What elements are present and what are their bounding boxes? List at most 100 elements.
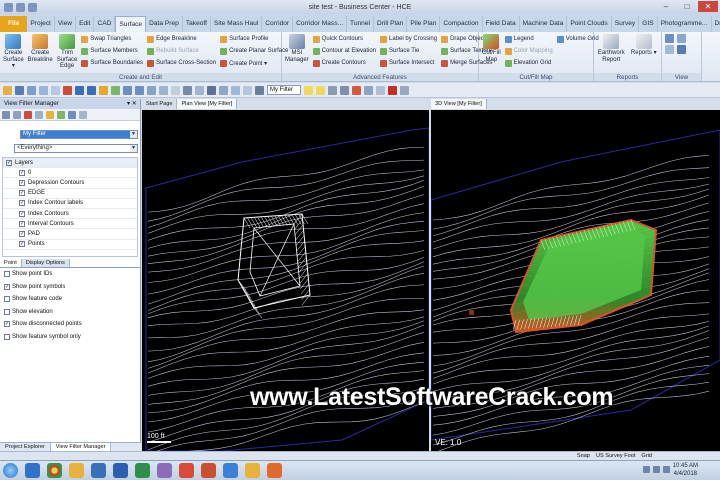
tab-project[interactable]: Project [27,16,55,32]
network-icon[interactable] [643,466,650,473]
tab-site-mass-haul[interactable]: Site Mass Haul [211,16,263,32]
tab-photogramme[interactable]: Photogramme... [658,16,712,32]
view-layout-icon[interactable] [665,45,674,54]
layer-checkbox[interactable]: ✓ [19,230,25,237]
window-icon[interactable] [255,85,264,95]
layer-row[interactable]: ✓ Depression Contours [3,178,137,189]
tab-corridor-mass[interactable]: Corridor Mass... [293,16,348,32]
tab-3d-view[interactable]: 3D View [My Filter] [431,99,487,109]
tab-data-prep[interactable]: Data Prep [146,16,183,32]
print-icon[interactable] [27,85,36,95]
tab-point-clouds[interactable]: Point Clouds [567,16,612,32]
option-checkbox[interactable]: ✓ [4,321,10,327]
orbit-icon[interactable] [159,85,168,95]
business-center-icon[interactable] [223,463,238,478]
panel-close-button[interactable]: ▾ ✕ [127,99,140,109]
tab-survey[interactable]: Survey [612,16,640,32]
option-checkbox[interactable] [4,333,10,340]
layer-checkbox[interactable]: ✓ [19,241,25,248]
surface-tie-button[interactable]: Surface Tie [380,46,437,56]
edge-breakline-button[interactable]: Edge Breakline [147,34,216,44]
msi-manager-button[interactable]: MSI Manager [285,34,309,72]
tab-plan-view[interactable]: Plan View [My Filter] [177,99,238,109]
minimize-button[interactable]: – [656,1,676,12]
tab-surface[interactable]: Surface [115,16,147,32]
tab-drill-plan[interactable]: Drill Plan [374,16,408,32]
properties-icon[interactable] [219,85,228,95]
layer-row[interactable]: ✓ Interval Contours [3,219,137,230]
more-icon[interactable] [400,85,409,95]
volume-icon[interactable] [653,466,660,473]
layer-checkbox[interactable]: ✓ [19,220,25,227]
elevation-grid-button[interactable]: Elevation Grid [504,58,553,68]
option-checkbox[interactable]: ✓ [4,283,10,290]
option-checkbox[interactable] [4,271,10,277]
pan-icon[interactable] [147,85,156,95]
start-icon[interactable] [3,463,18,478]
media-icon[interactable] [91,463,106,478]
measure-icon[interactable] [195,85,204,95]
status-snap[interactable]: Snap [577,452,590,460]
layer-row[interactable]: ✓ PAD [3,229,137,240]
create-contours-button[interactable]: Create Contours [312,58,376,68]
delete-icon[interactable] [63,85,72,95]
layer-row[interactable]: ✓ Index Contours [3,209,137,220]
open-icon[interactable] [3,85,12,95]
zoom-extents-icon[interactable] [111,85,120,95]
star-icon[interactable] [46,110,54,119]
close-button[interactable]: ✕ [698,1,718,12]
rebuild-surface-button[interactable]: Rebuild Surface [147,46,216,56]
tab-cad[interactable]: CAD [94,16,116,32]
everything-select[interactable]: <Everything> ▼ [14,144,138,153]
hardhat-icon[interactable] [245,463,260,478]
excel-icon[interactable] [135,463,150,478]
tab-gis[interactable]: GIS [639,16,658,32]
tab-display-options[interactable]: Display Options [21,259,70,267]
tab-drafting[interactable]: Drafting [712,16,720,32]
option-row[interactable]: ✓ Show disconnected points [4,321,82,327]
layer-checkbox[interactable]: ✓ [19,210,25,217]
save-icon[interactable] [15,85,24,95]
polyline-icon[interactable] [340,85,349,95]
undo-icon[interactable] [28,2,37,12]
select-box-icon[interactable] [316,85,325,95]
option-row[interactable]: Show feature symbol only [4,333,81,340]
refresh-filter-icon[interactable] [35,110,43,119]
quick-contours-button[interactable]: Quick Contours [312,34,376,44]
refresh-icon[interactable] [231,85,240,95]
tab-compaction[interactable]: Compaction [440,16,483,32]
layers-checkbox[interactable]: ✓ [6,159,12,166]
option-row[interactable]: Show elevation [4,308,53,315]
filter-select[interactable]: My Filter ▼ [20,130,138,139]
create-surface-button[interactable]: Create Surface ▾ [3,34,24,72]
flag-icon[interactable] [663,466,670,473]
option-row[interactable]: Show point IDs [4,271,52,277]
snap-icon[interactable] [243,85,252,95]
cut-icon[interactable] [39,85,48,95]
volume-grid-button[interactable]: Volume Grid [556,34,599,44]
create-point-button[interactable]: Create Point ▾ [220,58,288,68]
arc-icon[interactable] [352,85,361,95]
layer-row[interactable]: ✓ Points [3,240,137,250]
ie-icon[interactable] [25,463,40,478]
settings-app-icon[interactable] [267,463,282,478]
trim-surface-edge-button[interactable]: Trim Surface Edge [57,34,77,72]
color-mapping-button[interactable]: Color Mapping [504,46,553,56]
tab-view[interactable]: View [55,16,77,32]
settings-icon[interactable] [99,85,108,95]
app-logo-icon[interactable] [4,2,13,12]
powerpoint-icon[interactable] [201,463,216,478]
app-icon[interactable] [157,463,172,478]
layer-checkbox[interactable]: ✓ [19,179,25,186]
cutfill-map-button[interactable]: Cut/Fill Map [482,34,501,72]
search-icon[interactable] [68,110,76,119]
reports-button[interactable]: Reports ▾ [630,34,659,72]
pointer-icon[interactable] [304,85,313,95]
acrobat-icon[interactable] [179,463,194,478]
layer-icon[interactable] [171,85,180,95]
taskbar-clock[interactable]: 10:45 AM 4/4/2018 [673,463,698,478]
filter-dropdown[interactable]: My Filter [267,85,301,95]
layer-row[interactable]: ✓ EDGE [3,189,137,199]
tab-start-page[interactable]: Start Page [142,99,178,109]
line-icon[interactable] [328,85,337,95]
